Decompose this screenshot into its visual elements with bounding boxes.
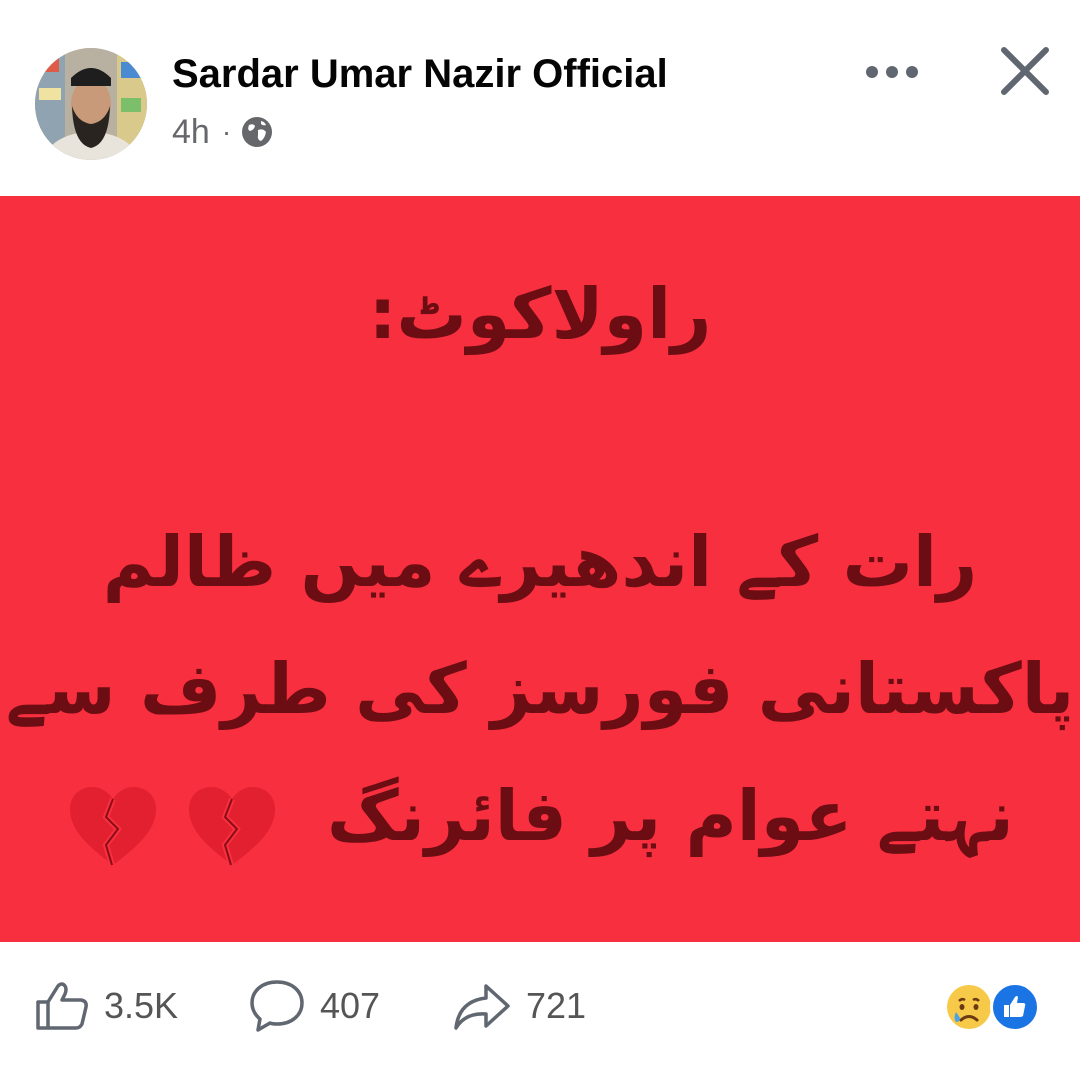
post-text-line-1: راولاکوٹ:: [368, 273, 712, 355]
post-text-background: راولاکوٹ: رات کے اندھیرے میں ظالم پاکستا…: [0, 196, 1080, 942]
thumbs-up-icon: [1004, 996, 1026, 1017]
author-name[interactable]: Sardar Umar Nazir Official: [172, 50, 668, 98]
more-options-button[interactable]: [860, 50, 924, 94]
like-count: 3.5K: [104, 985, 179, 1026]
post-meta: 4h ·: [172, 112, 273, 152]
broken-heart-emojis: [66, 773, 278, 869]
share-icon: [454, 984, 510, 1030]
facebook-post: Sardar Umar Nazir Official 4h · راولاکوٹ…: [0, 0, 1080, 1070]
broken-heart-icon: [188, 786, 275, 866]
reaction-summary[interactable]: [944, 980, 1044, 1034]
comment-count: 407: [320, 985, 381, 1026]
comment-button[interactable]: 407: [248, 976, 380, 1036]
avatar-photo: [35, 48, 147, 160]
like-reaction-icon: [990, 982, 1040, 1032]
post-text-line-4-text: نہتے عوام پر فائرنگ: [327, 775, 1014, 857]
share-button[interactable]: 721: [452, 976, 586, 1036]
like-icon: [36, 982, 88, 1030]
post-text-line-4: نہتے عوام پر فائرنگ: [0, 768, 1080, 869]
author-avatar[interactable]: [35, 48, 147, 160]
post-text-line-3: پاکستانی فورسز کی طرف سے: [5, 648, 1075, 730]
more-options-icon: [866, 66, 918, 78]
post-time[interactable]: 4h: [172, 113, 210, 152]
like-button[interactable]: 3.5K: [34, 976, 178, 1036]
meta-separator: ·: [221, 116, 232, 147]
globe-icon: [242, 117, 273, 147]
broken-heart-icon: [70, 786, 157, 866]
close-button[interactable]: [996, 42, 1054, 100]
close-icon: [1001, 47, 1049, 95]
sad-reaction-icon: [947, 985, 991, 1029]
post-header: Sardar Umar Nazir Official 4h ·: [0, 0, 1080, 196]
comment-icon: [250, 980, 304, 1032]
post-text-line-2: رات کے اندھیرے میں ظالم: [102, 521, 978, 603]
share-count: 721: [526, 985, 587, 1026]
